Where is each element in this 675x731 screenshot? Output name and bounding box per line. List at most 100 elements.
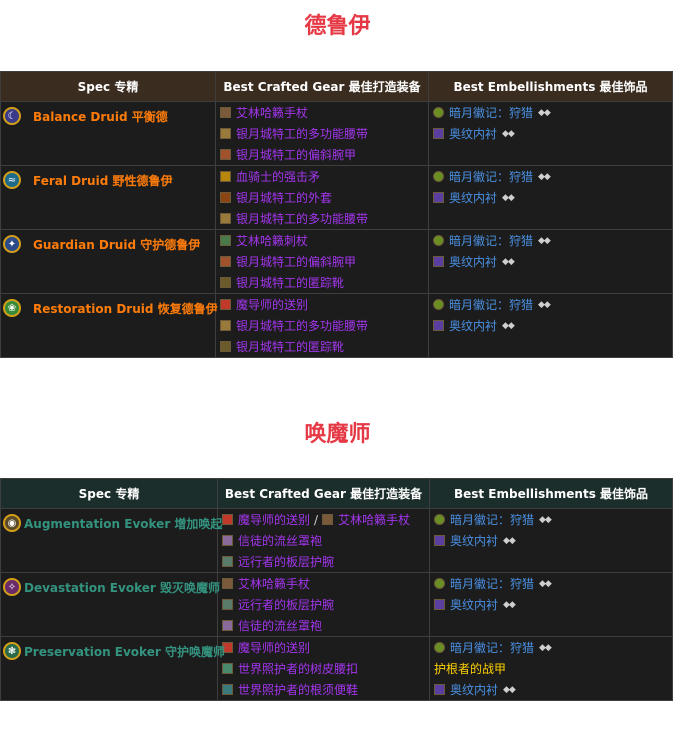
spec-cell: ≈ Feral Druid 野性德鲁伊	[0, 165, 216, 230]
bracers-icon	[220, 256, 231, 267]
item-link[interactable]: 世界照护者的根须便鞋	[238, 681, 358, 698]
item-link[interactable]: 魔导师的送别	[238, 639, 310, 656]
item-link[interactable]: 奥纹内衬	[449, 253, 497, 270]
item-link[interactable]: 艾林哈籁手杖	[236, 104, 308, 121]
item-link[interactable]: 奥纹内衬	[450, 596, 498, 613]
spec-column-header: Spec 专精	[0, 478, 218, 509]
quality-pips: ◆◆	[538, 107, 551, 118]
arcanoweave-lining-icon	[433, 320, 444, 331]
arcanoweave-lining-icon	[434, 599, 445, 610]
crafted-gear-cell: 血骑士的强击矛 银月城特工的外套 银月城特工的多功能腰带	[215, 165, 429, 230]
item-link[interactable]: 奥纹内衬	[449, 317, 497, 334]
boots-icon	[220, 277, 231, 288]
embellishments-cell: 暗月徽记：狩猎 ◆◆ 奥纹内衬 ◆◆	[428, 293, 673, 358]
item-link[interactable]: 血骑士的强击矛	[236, 168, 320, 185]
embellishments-cell: 暗月徽记：狩猎 ◆◆ 护根者的战甲 奥纹内衬 ◆◆	[429, 636, 673, 701]
preservation-evoker-icon: ❃	[3, 642, 21, 660]
item-link[interactable]: 银月城特工的外套	[236, 189, 332, 206]
quality-pips: ◆◆	[539, 578, 552, 589]
item-link[interactable]: 银月城特工的偏斜腕甲	[236, 146, 356, 163]
item-link[interactable]: 奥纹内衬	[450, 532, 498, 549]
quality-pips: ◆◆	[538, 171, 551, 182]
item-link[interactable]: 奥纹内衬	[449, 189, 497, 206]
item-link[interactable]: 银月城特工的多功能腰带	[236, 317, 368, 334]
bracers-icon	[222, 556, 233, 567]
staff-icon	[220, 235, 231, 246]
table-row: ❀ Restoration Druid 恢复德鲁伊 魔导师的送别 银月城特工的多…	[0, 293, 673, 358]
crafted-gear-cell: 魔导师的送别 / 艾林哈籁手杖 信徒的流丝罩袍 远行者的板层护腕	[217, 508, 430, 573]
item-link[interactable]: 暗月徽记：狩猎	[450, 639, 534, 656]
quality-pips: ◆◆	[538, 235, 551, 246]
item-link[interactable]: 银月城特工的偏斜腕甲	[236, 253, 356, 270]
item-link[interactable]: 远行者的板层护腕	[238, 596, 334, 613]
evoker-section-title: 唤魔师	[304, 422, 371, 447]
guardian-druid-icon: ✦	[3, 235, 21, 253]
item-link[interactable]: 暗月徽记：狩猎	[450, 511, 534, 528]
item-link[interactable]: 艾林哈籁手杖	[238, 575, 310, 592]
embellishments-cell: 暗月徽记：狩猎 ◆◆ 奥纹内衬 ◆◆	[428, 101, 673, 166]
spec-name: Restoration Druid 恢复德鲁伊	[33, 301, 218, 316]
item-link[interactable]: 世界照护者的树皮腰扣	[238, 660, 358, 677]
crafted-gear-cell: 魔导师的送别 世界照护者的树皮腰扣 世界照护者的根须便鞋	[217, 636, 430, 701]
table-row: ☾ Balance Druid 平衡德 艾林哈籁手杖 银月城特工的多功能腰带 银…	[0, 101, 673, 166]
item-link[interactable]: 信徒的流丝罩袍	[238, 532, 322, 549]
crafted-gear-column-header: Best Crafted Gear 最佳打造装备	[215, 71, 429, 102]
item-link[interactable]: 暗月徽记：狩猎	[449, 104, 533, 121]
darkmoon-sigil-icon	[433, 235, 444, 246]
boots-icon	[222, 684, 233, 695]
arcanoweave-lining-icon	[434, 535, 445, 546]
quality-pips: ◆◆	[539, 642, 552, 653]
spec-name: Guardian Druid 守护德鲁伊	[33, 237, 201, 252]
quality-pips: ◆◆	[538, 299, 551, 310]
chest-icon	[220, 192, 231, 203]
crafted-gear-cell: 艾林哈籁手杖 远行者的板层护腕 信徒的流丝罩袍	[217, 572, 430, 637]
wand-icon	[222, 514, 233, 525]
darkmoon-sigil-icon	[433, 299, 444, 310]
item-link[interactable]: 信徒的流丝罩袍	[238, 617, 322, 634]
item-link[interactable]: 魔导师的送别	[236, 296, 308, 313]
separator: /	[314, 512, 319, 527]
staff-icon	[222, 578, 233, 589]
spec-name: Devastation Evoker 毁灭唤魔师	[24, 580, 220, 595]
item-link[interactable]: 远行者的板层护腕	[238, 553, 334, 570]
item-link[interactable]: 银月城特工的匿踪靴	[236, 274, 344, 291]
quality-pips: ◆◆	[503, 684, 516, 695]
item-link[interactable]: 艾林哈籁刺杖	[236, 232, 308, 249]
quality-pips: ◆◆	[503, 535, 516, 546]
balance-druid-icon: ☾	[3, 107, 21, 125]
item-link[interactable]: 暗月徽记：狩猎	[449, 232, 533, 249]
feral-druid-icon: ≈	[3, 171, 21, 189]
robe-icon	[222, 620, 233, 631]
item-link[interactable]: 暗月徽记：狩猎	[449, 296, 533, 313]
embellishments-cell: 暗月徽记：狩猎 ◆◆ 奥纹内衬 ◆◆	[428, 229, 673, 294]
item-link[interactable]: 艾林哈籁手杖	[338, 511, 410, 528]
wand-icon	[220, 299, 231, 310]
item-link[interactable]: 奥纹内衬	[450, 681, 498, 698]
quality-pips: ◆◆	[502, 192, 515, 203]
darkmoon-sigil-icon	[434, 514, 445, 525]
arcanoweave-lining-icon	[433, 256, 444, 267]
item-link[interactable]: 护根者的战甲	[434, 660, 506, 677]
embellishments-cell: 暗月徽记：狩猎 ◆◆ 奥纹内衬 ◆◆	[428, 165, 673, 230]
table-header-row: Spec 专精 Best Crafted Gear 最佳打造装备 Best Em…	[0, 478, 673, 509]
bracers-icon	[222, 599, 233, 610]
quality-pips: ◆◆	[503, 599, 516, 610]
item-link[interactable]: 暗月徽记：狩猎	[450, 575, 534, 592]
belt-icon	[220, 128, 231, 139]
item-link[interactable]: 银月城特工的多功能腰带	[236, 210, 368, 227]
item-link[interactable]: 奥纹内衬	[449, 125, 497, 142]
item-link[interactable]: 银月城特工的多功能腰带	[236, 125, 368, 142]
item-link[interactable]: 暗月徽记：狩猎	[449, 168, 533, 185]
quality-pips: ◆◆	[539, 514, 552, 525]
quality-pips: ◆◆	[502, 256, 515, 267]
item-link[interactable]: 银月城特工的匿踪靴	[236, 338, 344, 355]
table-row: ≈ Feral Druid 野性德鲁伊 血骑士的强击矛 银月城特工的外套 银月城…	[0, 165, 673, 230]
restoration-druid-icon: ❀	[3, 299, 21, 317]
darkmoon-sigil-icon	[434, 578, 445, 589]
spec-cell: ❀ Restoration Druid 恢复德鲁伊	[0, 293, 218, 358]
arcanoweave-lining-icon	[434, 684, 445, 695]
item-link[interactable]: 魔导师的送别	[238, 511, 310, 528]
crafted-gear-column-header: Best Crafted Gear 最佳打造装备	[217, 478, 430, 509]
spec-cell: ✧ Devastation Evoker 毁灭唤魔师	[0, 572, 220, 637]
staff-icon	[220, 107, 231, 118]
